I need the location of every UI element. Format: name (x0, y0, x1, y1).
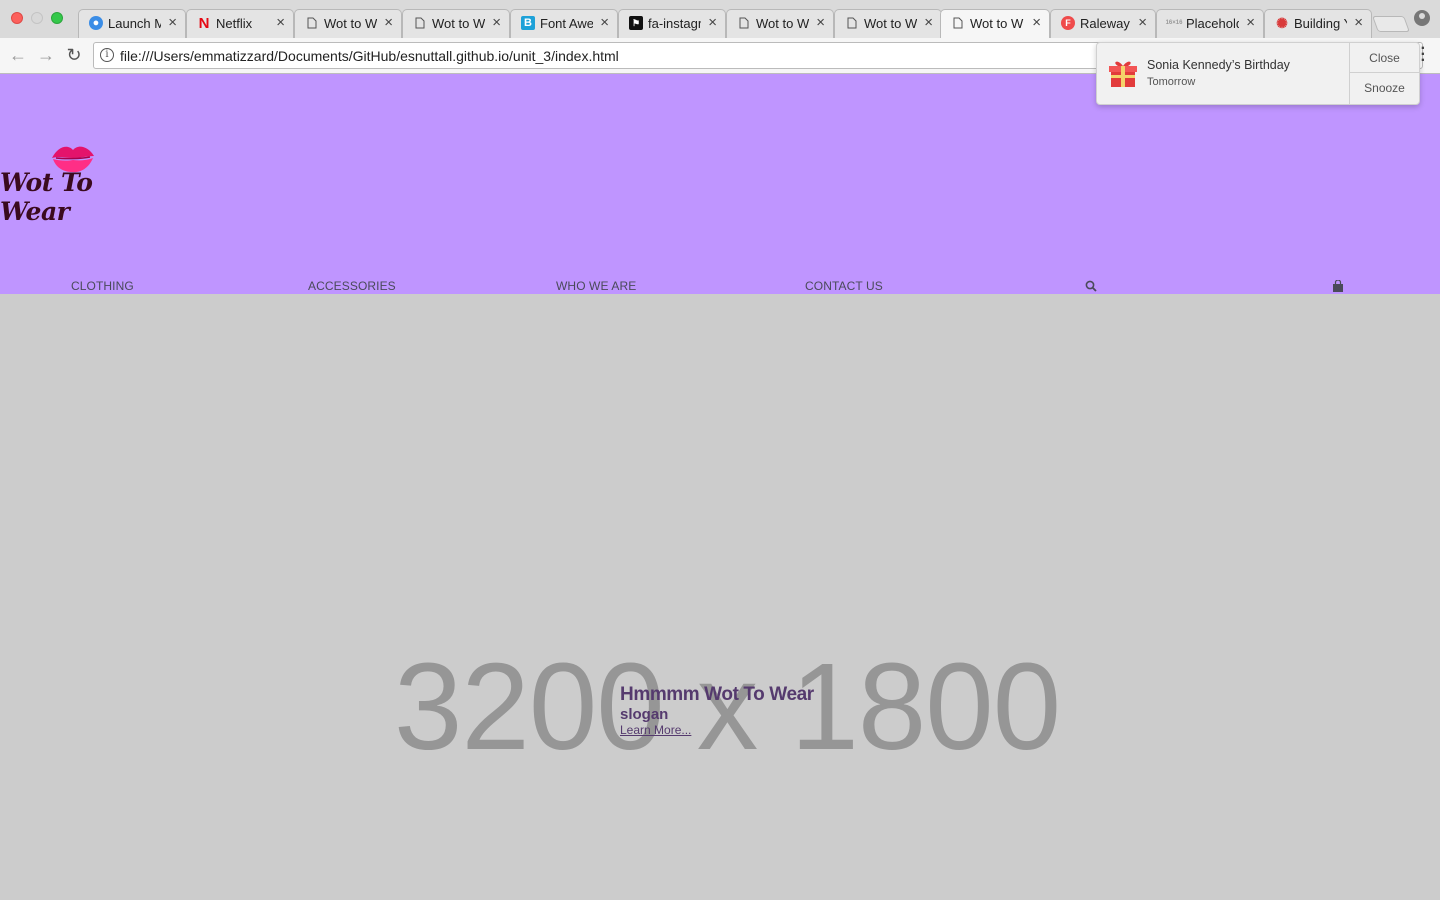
hero-text: Hmmmm Wot To Wear slogan Learn More... (620, 684, 814, 737)
tab-label: Raleway - (1080, 16, 1131, 31)
raleway-icon: F (1061, 16, 1075, 30)
close-tab-icon[interactable]: × (384, 14, 393, 31)
close-tab-icon[interactable]: × (276, 14, 285, 31)
close-tab-icon[interactable]: × (708, 14, 717, 31)
profile-icon[interactable] (1414, 10, 1430, 26)
close-tab-icon[interactable]: × (168, 14, 177, 31)
menu-icon[interactable]: · · · (1421, 41, 1426, 69)
launch-icon: ● (89, 16, 103, 30)
logo-text: Wot To Wear (0, 168, 93, 226)
page-icon (845, 16, 859, 30)
url-text[interactable]: file:///Users/emmatizzard/Documents/GitH… (120, 48, 619, 64)
forward-arrow-icon[interactable]: → (35, 44, 57, 66)
tab-building[interactable]: ✺ Building Y × (1264, 9, 1372, 38)
search-icon[interactable] (1085, 280, 1097, 292)
tab-label: Wot to W (432, 16, 485, 31)
close-tab-icon[interactable]: × (1138, 14, 1147, 31)
building-icon: ✺ (1276, 14, 1288, 31)
gift-icon (1109, 61, 1137, 87)
tab-placeholder[interactable]: 16×16 Placehold × (1156, 9, 1264, 38)
tab-label: Wot to W (756, 16, 809, 31)
hero-heading: Hmmmm Wot To Wear (620, 684, 814, 705)
notification-title: Sonia Kennedy’s Birthday (1147, 58, 1290, 72)
tab-wot-to-wear-1[interactable]: Wot to W × (294, 9, 402, 38)
tab-wot-to-wear-active[interactable]: Wot to W × (940, 9, 1050, 38)
tab-wot-to-wear-3[interactable]: Wot to W × (726, 9, 834, 38)
tab-label: Wot to W (864, 16, 917, 31)
hero-slogan: slogan (620, 706, 669, 723)
tab-wot-to-wear-2[interactable]: Wot to W × (402, 9, 510, 38)
tab-strip: ● Launch M × N Netflix × Wot to W × Wot … (0, 0, 1440, 38)
back-arrow-icon[interactable]: ← (7, 44, 29, 66)
tab-label: fa-instagr (648, 16, 701, 31)
tab-wot-to-wear-4[interactable]: Wot to W × (834, 9, 942, 38)
page-icon (951, 16, 965, 30)
close-tab-icon[interactable]: × (1354, 14, 1363, 31)
tab-label: Launch M (108, 16, 161, 31)
notification-actions: Close Snooze (1349, 43, 1419, 104)
close-button[interactable]: Close (1350, 43, 1419, 73)
nav-who-we-are[interactable]: WHO WE ARE (556, 279, 636, 293)
tab-label: Placehold (1186, 16, 1239, 31)
font-awesome-icon: B (521, 16, 535, 30)
tab-label: Wot to W (324, 16, 377, 31)
tab-label: Netflix (216, 16, 253, 31)
snooze-button[interactable]: Snooze (1350, 73, 1419, 103)
maximize-window-button[interactable] (51, 12, 63, 24)
page-icon (305, 16, 319, 30)
page-icon (737, 16, 751, 30)
birthday-notification: Sonia Kennedy’s Birthday Tomorrow Close … (1096, 42, 1420, 105)
new-tab-button[interactable] (1372, 16, 1410, 32)
placeholder-icon: 16×16 (1165, 20, 1183, 26)
nav-contact-us[interactable]: CONTACT US (805, 279, 883, 293)
learn-more-link[interactable]: Learn More... (620, 723, 814, 737)
notification-subtitle: Tomorrow (1147, 76, 1196, 88)
tab-raleway[interactable]: F Raleway - × (1050, 9, 1156, 38)
tab-label: Font Awe (540, 16, 593, 31)
close-tab-icon[interactable]: × (600, 14, 609, 31)
site-header: Wot To Wear CLOTHING ACCESSORIES WHO WE … (0, 74, 1440, 294)
logo[interactable]: Wot To Wear (0, 140, 155, 226)
tab-netflix[interactable]: N Netflix × (186, 9, 294, 38)
reload-icon[interactable]: ↻ (63, 44, 85, 66)
nav-accessories[interactable]: ACCESSORIES (308, 279, 396, 293)
tab-label: Building Y (1294, 16, 1347, 31)
shopping-bag-icon[interactable] (1332, 280, 1344, 292)
close-window-button[interactable] (11, 12, 23, 24)
nav-clothing[interactable]: CLOTHING (71, 279, 134, 293)
hero-section: 3200 x 1800 Hmmmm Wot To Wear slogan Lea… (0, 294, 1440, 900)
main-nav: CLOTHING ACCESSORIES WHO WE ARE CONTACT … (0, 279, 1440, 295)
close-tab-icon[interactable]: × (492, 14, 501, 31)
flag-icon: ⚑ (629, 16, 643, 30)
close-tab-icon[interactable]: × (1246, 14, 1255, 31)
page-icon (413, 16, 427, 30)
tab-fa-instagram[interactable]: ⚑ fa-instagr × (618, 9, 726, 38)
close-tab-icon[interactable]: × (1032, 14, 1041, 31)
tab-font-awesome[interactable]: B Font Awe × (510, 9, 618, 38)
netflix-icon: N (198, 14, 210, 32)
tab-launch[interactable]: ● Launch M × (78, 9, 186, 38)
tab-label: Wot to W (970, 16, 1024, 31)
close-tab-icon[interactable]: × (816, 14, 825, 31)
close-tab-icon[interactable]: × (924, 14, 933, 31)
info-icon[interactable]: i (100, 48, 114, 62)
minimize-window-button[interactable] (31, 12, 43, 24)
